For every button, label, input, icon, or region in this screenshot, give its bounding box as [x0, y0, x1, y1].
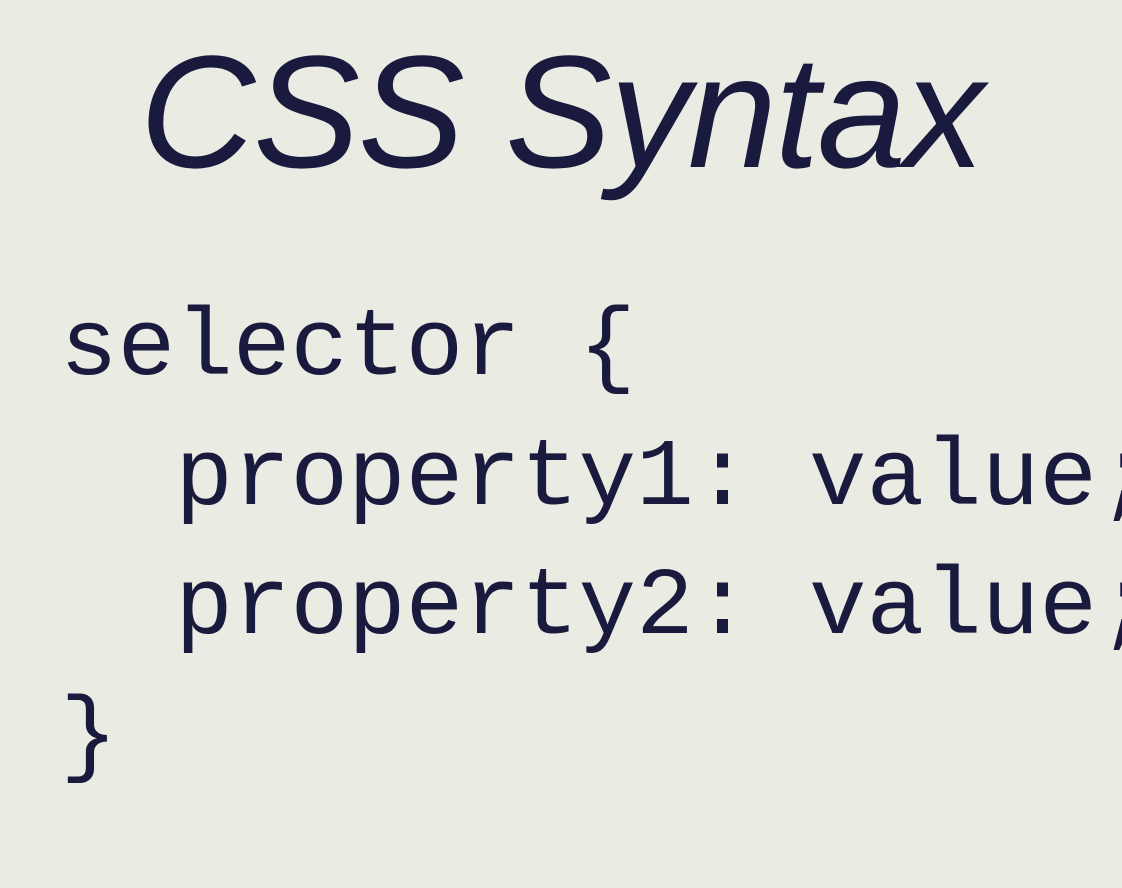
code-line-3: property2: value; [60, 553, 1122, 662]
code-example: selector { property1: value; property2: … [0, 284, 1122, 802]
code-line-4: } [60, 683, 118, 792]
slide-title: CSS Syntax [0, 20, 1122, 204]
code-line-2: property1: value; [60, 424, 1122, 533]
code-line-1: selector { [60, 294, 636, 403]
